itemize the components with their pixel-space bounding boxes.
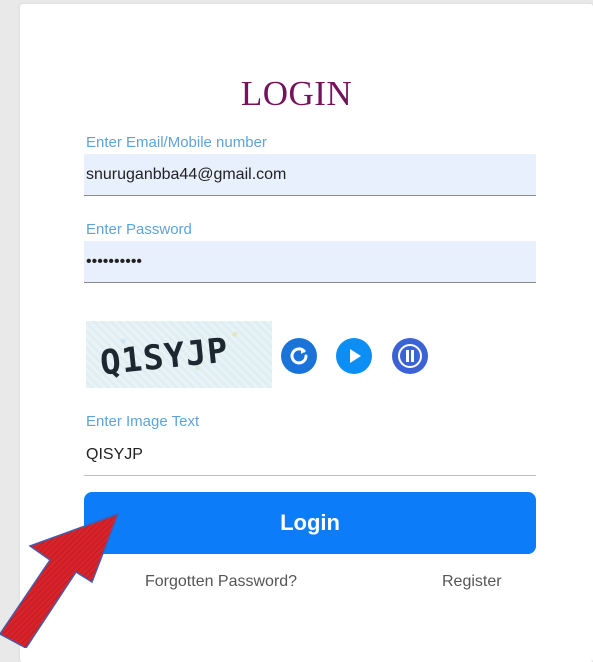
pointer-arrow [0,512,120,648]
register-link[interactable]: Register [442,573,502,591]
captcha-text: Q1SYJP [98,330,231,384]
pause-icon[interactable] [392,338,428,374]
captcha-image: Q1SYJP [86,321,272,388]
play-icon[interactable] [336,338,372,374]
image-text-label: Enter Image Text [86,413,200,430]
image-text-field[interactable] [84,434,536,476]
password-label: Enter Password [86,221,192,238]
refresh-icon[interactable] [281,338,317,374]
email-label: Enter Email/Mobile number [86,134,267,151]
password-field[interactable] [84,241,536,283]
forgot-password-link[interactable]: Forgotten Password? [145,573,297,591]
login-button[interactable]: Login [84,492,536,554]
page-title: LOGIN [240,74,353,113]
email-field[interactable] [84,154,536,196]
